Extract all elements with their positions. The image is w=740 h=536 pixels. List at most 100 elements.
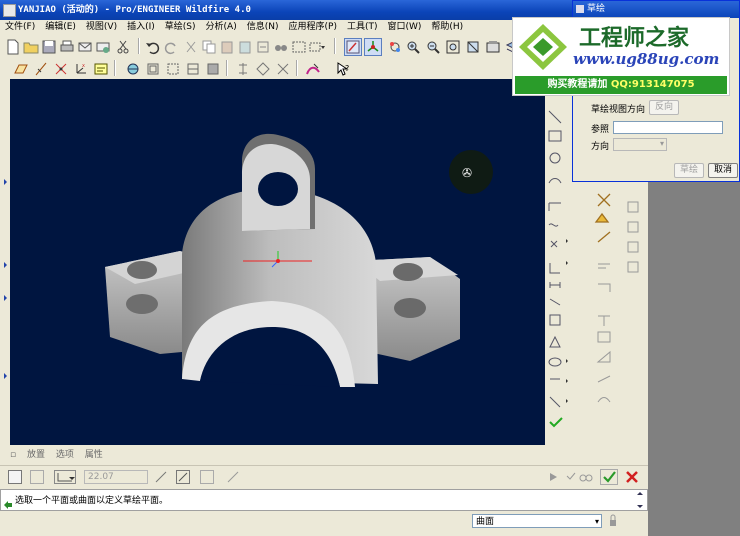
accept-icon[interactable] xyxy=(600,469,618,485)
remove-material-icon[interactable] xyxy=(176,470,190,484)
graphics-viewport[interactable]: ✇ xyxy=(10,79,545,445)
copy-feature-icon[interactable] xyxy=(598,263,610,269)
menu-insert[interactable]: 插入(I) xyxy=(122,20,160,35)
annotation-display-icon[interactable] xyxy=(92,60,110,78)
wireframe-icon[interactable] xyxy=(144,60,162,78)
tab-properties[interactable]: 属性 xyxy=(85,450,103,460)
rectangle-icon[interactable] xyxy=(548,130,562,142)
zoom-in-icon[interactable] xyxy=(404,38,422,56)
draft-icon[interactable] xyxy=(627,261,639,273)
context-help-icon[interactable]: ? xyxy=(334,60,352,78)
solid-type-icon[interactable] xyxy=(8,470,22,484)
constrain-icon[interactable] xyxy=(549,314,561,326)
datum-point-tool-icon[interactable] xyxy=(274,60,292,78)
menu-analysis[interactable]: 分析(A) xyxy=(201,20,242,35)
message-scrollbar[interactable] xyxy=(635,490,645,510)
extend-icon[interactable] xyxy=(597,375,611,383)
coord-sys-display-icon[interactable]: x xyxy=(72,60,90,78)
regenerate-icon[interactable] xyxy=(254,38,272,56)
intersect-icon[interactable] xyxy=(596,350,611,363)
thicken-flip-icon[interactable] xyxy=(226,470,240,484)
menu-view[interactable]: 视图(V) xyxy=(81,20,122,35)
spline-icon[interactable] xyxy=(548,223,559,227)
email-link-icon[interactable] xyxy=(94,38,112,56)
spin-center-icon[interactable] xyxy=(364,38,382,56)
refit-icon[interactable] xyxy=(444,38,462,56)
menu-sketch[interactable]: 草绘(S) xyxy=(160,20,201,35)
paste-special-icon[interactable] xyxy=(236,38,254,56)
navigator-collapse-strip[interactable] xyxy=(0,79,10,445)
datum-axis-tool-icon[interactable] xyxy=(234,60,252,78)
depth-option-icon[interactable] xyxy=(54,470,76,484)
print-icon[interactable] xyxy=(58,38,76,56)
reference-field[interactable] xyxy=(613,121,723,134)
selection-filter-select[interactable]: 曲面 ▾ xyxy=(472,514,602,528)
shading-icon[interactable] xyxy=(204,60,222,78)
repaint-icon[interactable] xyxy=(344,38,362,56)
new-file-icon[interactable] xyxy=(4,38,22,56)
pause-icon[interactable] xyxy=(546,470,560,484)
cut-icon[interactable] xyxy=(114,38,132,56)
mirror-feature-icon[interactable] xyxy=(598,283,611,292)
menu-file[interactable]: 文件(F) xyxy=(0,20,40,35)
merge-icon[interactable] xyxy=(597,331,611,343)
save-icon[interactable] xyxy=(40,38,58,56)
datum-point-feature-icon[interactable] xyxy=(597,193,611,207)
modify-icon[interactable] xyxy=(549,298,561,306)
mirror-icon[interactable] xyxy=(549,396,561,408)
orient-mode-icon[interactable] xyxy=(386,38,404,56)
arc-icon[interactable] xyxy=(548,178,562,184)
no-hidden-icon[interactable] xyxy=(184,60,202,78)
menu-info[interactable]: 信息(N) xyxy=(242,20,284,35)
datum-point-display-icon[interactable] xyxy=(52,60,70,78)
datum-plane-display-icon[interactable] xyxy=(12,60,30,78)
trim-feature-icon[interactable] xyxy=(598,315,610,326)
tab-placement[interactable]: 放置 xyxy=(27,450,45,460)
surface-type-icon[interactable] xyxy=(30,470,44,484)
copy-icon[interactable] xyxy=(200,38,218,56)
hidden-line-icon[interactable] xyxy=(164,60,182,78)
zoom-out-icon[interactable] xyxy=(424,38,442,56)
offset-icon[interactable] xyxy=(549,263,560,274)
palette-icon[interactable] xyxy=(548,357,562,367)
flip-button[interactable]: 反向 xyxy=(649,100,679,115)
offset-feature-icon[interactable] xyxy=(597,397,611,403)
depth-value-field[interactable]: 22.07 xyxy=(84,470,148,484)
line-icon[interactable] xyxy=(548,110,562,124)
text-icon[interactable] xyxy=(549,335,561,348)
done-check-icon[interactable] xyxy=(549,417,563,428)
paste-icon[interactable] xyxy=(218,38,236,56)
menu-edit[interactable]: 编辑(E) xyxy=(40,20,81,35)
menu-help[interactable]: 帮助(H) xyxy=(426,20,468,35)
circle-icon[interactable] xyxy=(549,152,561,164)
datum-curve-tool-icon[interactable] xyxy=(254,60,272,78)
menu-tools[interactable]: 工具(T) xyxy=(342,20,383,35)
preview-icon[interactable] xyxy=(566,470,594,484)
flip-direction-icon[interactable] xyxy=(154,470,168,484)
email-icon[interactable] xyxy=(76,38,94,56)
round-feature-icon[interactable] xyxy=(597,231,611,243)
sketch-button[interactable]: 草绘 xyxy=(674,163,704,178)
menu-applications[interactable]: 应用程序(P) xyxy=(284,20,342,35)
sketch-tool-icon[interactable] xyxy=(304,60,322,78)
part-model[interactable]: ✇ xyxy=(10,79,545,445)
model-tree-icon[interactable] xyxy=(124,60,142,78)
select-dropdown-icon[interactable] xyxy=(308,38,326,56)
fillet-icon[interactable] xyxy=(548,202,561,211)
find-icon[interactable] xyxy=(272,38,290,56)
open-file-icon[interactable] xyxy=(22,38,40,56)
dimension-icon[interactable] xyxy=(549,282,561,288)
direction-select[interactable]: ▾ xyxy=(613,138,667,151)
redo-icon[interactable] xyxy=(162,38,180,56)
select-box-icon[interactable] xyxy=(290,38,308,56)
rib-icon[interactable] xyxy=(627,241,639,253)
tab-options[interactable]: 选项 xyxy=(56,450,74,460)
cancel-icon[interactable] xyxy=(624,469,640,485)
shell-icon[interactable] xyxy=(627,221,639,233)
scissors-icon[interactable] xyxy=(182,38,200,56)
hole-icon[interactable] xyxy=(627,201,639,213)
reorient-icon[interactable] xyxy=(464,38,482,56)
thicken-icon[interactable] xyxy=(200,470,214,484)
undo-icon[interactable] xyxy=(144,38,162,56)
extrude-feature-icon[interactable] xyxy=(594,212,610,223)
